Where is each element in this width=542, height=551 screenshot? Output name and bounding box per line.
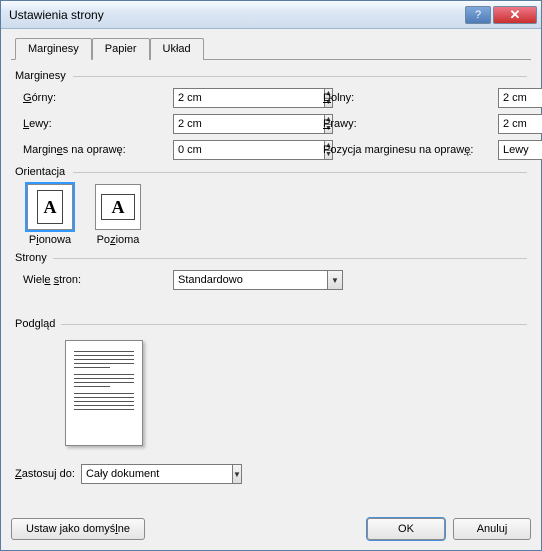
orientation-landscape[interactable]: A Pozioma — [95, 184, 141, 246]
portrait-icon: A — [37, 190, 63, 224]
set-default-button[interactable]: Ustaw jako domyślne — [11, 518, 145, 540]
select-multi[interactable]: ▼ — [173, 270, 343, 290]
label-right: Prawy: — [323, 118, 498, 130]
input-top[interactable]: ▲▼ — [173, 88, 283, 108]
orientation-portrait[interactable]: A Pionowa — [27, 184, 73, 246]
titlebar: Ustawienia strony ? ✕ — [1, 1, 541, 29]
tab-layout[interactable]: Układ — [150, 38, 204, 60]
ok-button[interactable]: OK — [367, 518, 445, 540]
cancel-button[interactable]: Anuluj — [453, 518, 531, 540]
label-multi: Wiele stron: — [23, 274, 173, 286]
group-orientation: Orientacja A Pionowa A Pozioma — [15, 166, 527, 246]
tab-paper[interactable]: Papier — [92, 38, 150, 60]
window-title: Ustawienia strony — [9, 8, 463, 22]
group-margins: Marginesy Górny: ▲▼ Dolny: ▲▼ Lewy: ▲▼ P… — [15, 70, 527, 160]
chevron-down-icon[interactable]: ▼ — [327, 270, 343, 290]
select-apply[interactable]: ▼ — [81, 464, 221, 484]
close-button[interactable]: ✕ — [493, 6, 537, 24]
label-left: Lewy: — [23, 118, 173, 130]
group-preview-label: Podgląd — [15, 318, 527, 330]
label-apply: Zastosuj do: — [15, 468, 75, 480]
input-left[interactable]: ▲▼ — [173, 114, 283, 134]
label-gutter-pos: Pozycja marginesu na oprawę: — [323, 144, 498, 156]
landscape-icon: A — [101, 194, 135, 220]
group-orientation-label: Orientacja — [15, 166, 527, 178]
label-bottom: Dolny: — [323, 92, 498, 104]
chevron-down-icon[interactable]: ▼ — [232, 464, 242, 484]
input-right[interactable]: ▲▼ — [498, 114, 542, 134]
group-pages-label: Strony — [15, 252, 527, 264]
tab-strip: Marginesy Papier Układ — [15, 37, 531, 59]
label-top: Górny: — [23, 92, 173, 104]
group-preview: Podgląd — [15, 318, 527, 446]
select-gutter-pos[interactable]: ▼ — [498, 140, 542, 160]
input-bottom[interactable]: ▲▼ — [498, 88, 542, 108]
help-button[interactable]: ? — [465, 6, 491, 24]
tab-margins[interactable]: Marginesy — [15, 38, 92, 60]
preview-page — [65, 340, 143, 446]
page-setup-dialog: Ustawienia strony ? ✕ Marginesy Papier U… — [0, 0, 542, 551]
group-margins-label: Marginesy — [15, 70, 527, 82]
apply-row: Zastosuj do: ▼ — [15, 464, 527, 484]
input-gutter[interactable]: ▲▼ — [173, 140, 283, 160]
label-gutter: Margines na oprawę: — [23, 144, 173, 156]
group-pages: Strony Wiele stron: ▼ — [15, 252, 527, 290]
dialog-footer: Ustaw jako domyślne OK Anuluj — [11, 518, 531, 540]
